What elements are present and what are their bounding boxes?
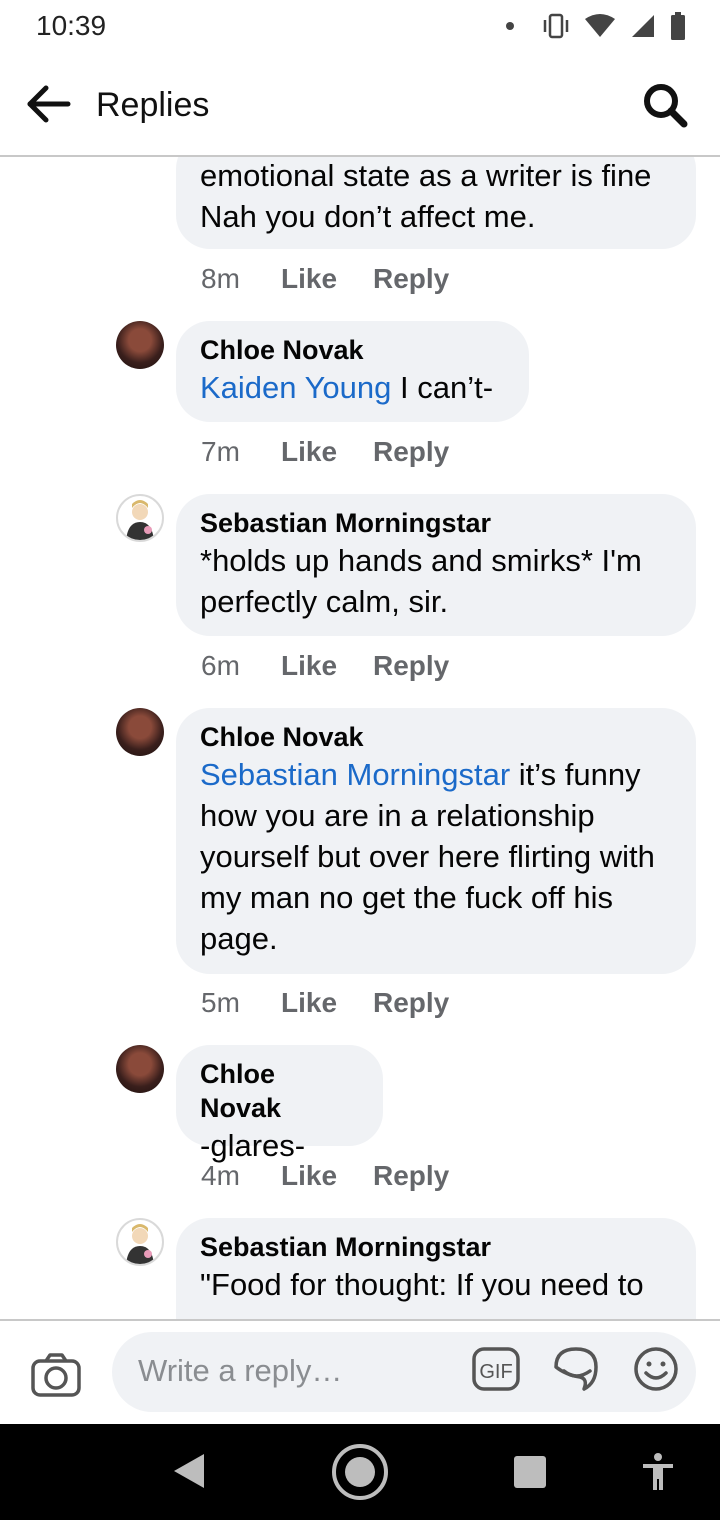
avatar[interactable] xyxy=(116,1218,164,1266)
comment-text: I can’t- xyxy=(391,370,494,405)
gif-icon[interactable]: GIF xyxy=(472,1347,520,1391)
comment-meta: 8m Like Reply xyxy=(201,263,449,295)
comment-bubble[interactable]: Sebastian Morningstar *holds up hands an… xyxy=(176,494,696,636)
page-title: Replies xyxy=(96,86,210,124)
reply-input-placeholder: Write a reply… xyxy=(138,1353,343,1388)
reply-composer: Write a reply… GIF xyxy=(0,1321,720,1424)
comment-bubble[interactable]: Chloe Novak Sebastian Morningstar it’s f… xyxy=(176,708,696,974)
nav-home-icon[interactable] xyxy=(330,1442,390,1502)
comment-age: 4m xyxy=(201,1160,240,1191)
like-button[interactable]: Like xyxy=(281,1160,373,1192)
comment-age: 7m xyxy=(201,436,240,467)
system-navigation-bar xyxy=(0,1424,720,1520)
status-bar: 10:39 xyxy=(0,0,720,52)
comment-author[interactable]: Sebastian Morningstar xyxy=(200,506,672,540)
search-icon[interactable] xyxy=(640,80,690,130)
status-time: 10:39 xyxy=(36,10,107,41)
comment-bubble[interactable]: emotional state as a writer is fine Nah … xyxy=(176,157,696,249)
comment-author[interactable]: Chloe Novak xyxy=(200,333,505,367)
comment-meta: 4m Like Reply xyxy=(201,1160,449,1192)
avatar[interactable] xyxy=(116,1045,164,1093)
comment-bubble[interactable]: Sebastian Morningstar "Food for thought:… xyxy=(176,1218,696,1319)
comment-meta: 7m Like Reply xyxy=(201,436,449,468)
like-button[interactable]: Like xyxy=(281,650,373,682)
app-bar: Replies xyxy=(0,52,720,156)
like-button[interactable]: Like xyxy=(281,987,373,1019)
comment-age: 6m xyxy=(201,650,240,681)
comment-author[interactable]: Chloe Novak xyxy=(200,720,672,754)
wifi-icon xyxy=(585,14,615,37)
comment-mention[interactable]: Sebastian Morningstar xyxy=(200,757,510,792)
avatar[interactable] xyxy=(116,321,164,369)
comment-author[interactable]: Chloe Novak xyxy=(200,1057,359,1125)
comment-author[interactable]: Sebastian Morningstar xyxy=(200,1230,672,1264)
comment-bubble[interactable]: Chloe Novak Kaiden Young I can’t- xyxy=(176,321,529,422)
reply-input[interactable]: Write a reply… xyxy=(112,1332,696,1412)
signal-icon xyxy=(632,15,654,37)
comment-meta: 5m Like Reply xyxy=(201,987,449,1019)
avatar-illustration-icon xyxy=(126,1224,154,1264)
comment-meta: 6m Like Reply xyxy=(201,650,449,682)
replies-list[interactable]: emotional state as a writer is fine Nah … xyxy=(0,157,720,1319)
vibrate-icon xyxy=(543,13,569,39)
camera-icon[interactable] xyxy=(30,1351,82,1399)
like-button[interactable]: Like xyxy=(281,263,373,295)
avatar[interactable] xyxy=(116,708,164,756)
avatar-illustration-icon xyxy=(126,500,154,540)
comment-text: "Food for thought: If you need to xyxy=(200,1267,644,1302)
emoji-icon[interactable] xyxy=(632,1345,680,1393)
avatar[interactable] xyxy=(116,494,164,542)
reply-button[interactable]: Reply xyxy=(373,436,449,468)
notification-dot-icon xyxy=(506,22,514,30)
nav-back-icon[interactable] xyxy=(172,1452,206,1490)
sticker-icon[interactable] xyxy=(552,1345,600,1393)
nav-recents-icon[interactable] xyxy=(514,1456,546,1488)
reply-button[interactable]: Reply xyxy=(373,650,449,682)
comment-text: *holds up hands and smirks* I'm perfectl… xyxy=(200,543,642,619)
back-arrow-icon[interactable] xyxy=(22,78,74,130)
reply-button[interactable]: Reply xyxy=(373,263,449,295)
battery-icon xyxy=(671,12,685,40)
comment-age: 8m xyxy=(201,263,240,294)
like-button[interactable]: Like xyxy=(281,436,373,468)
comment-mention[interactable]: Kaiden Young xyxy=(200,370,391,405)
comment-bubble[interactable]: Chloe Novak -glares- xyxy=(176,1045,383,1163)
reply-button[interactable]: Reply xyxy=(373,987,449,1019)
accessibility-icon[interactable] xyxy=(640,1452,676,1492)
gif-label: GIF xyxy=(479,1361,512,1383)
reply-button[interactable]: Reply xyxy=(373,1160,449,1192)
comment-age: 5m xyxy=(201,987,240,1018)
status-icons xyxy=(506,12,686,40)
comment-text: emotional state as a writer is fine Nah … xyxy=(200,158,652,234)
